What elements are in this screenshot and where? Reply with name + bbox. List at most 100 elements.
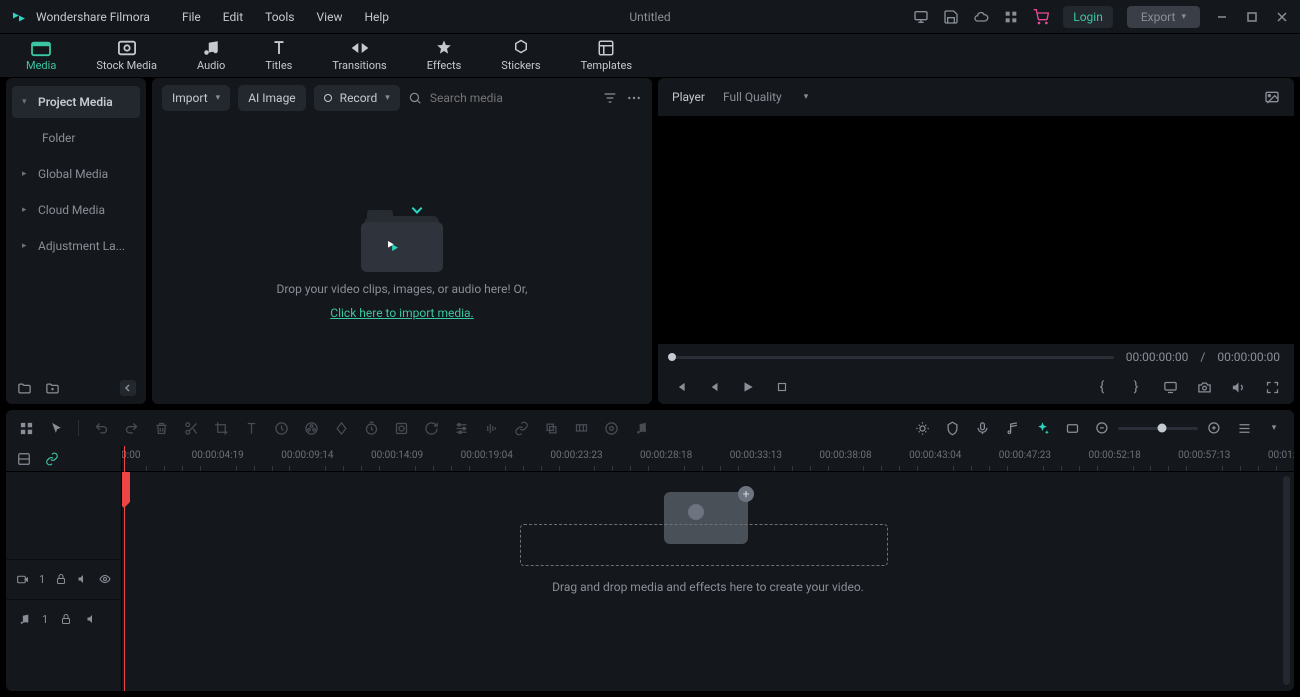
sidebar-item-cloud-media[interactable]: ▸Cloud Media	[12, 194, 140, 226]
apps-icon[interactable]	[1003, 9, 1019, 25]
screen-icon[interactable]	[913, 9, 929, 25]
rotate-icon[interactable]	[423, 420, 439, 436]
timeline-ruler[interactable]: 00:0000:00:04:1900:00:09:1400:00:14:0900…	[122, 446, 1294, 472]
search-input[interactable]	[430, 91, 594, 105]
fullscreen-icon[interactable]	[1264, 379, 1280, 395]
zoom-in-icon[interactable]	[1206, 420, 1222, 436]
login-button[interactable]: Login	[1063, 6, 1113, 28]
voiceover-icon[interactable]	[974, 420, 990, 436]
visibility-icon[interactable]	[99, 571, 111, 587]
mute-icon[interactable]	[84, 611, 100, 627]
mute-icon[interactable]	[77, 571, 89, 587]
menu-tools[interactable]: Tools	[265, 10, 294, 24]
display-icon[interactable]	[1162, 379, 1178, 395]
quality-select[interactable]: Full Quality▾	[723, 90, 808, 104]
undo-icon[interactable]	[93, 420, 109, 436]
menu-help[interactable]: Help	[364, 10, 389, 24]
filter-icon[interactable]	[602, 90, 618, 106]
prev-frame-icon[interactable]	[672, 379, 688, 395]
menu-edit[interactable]: Edit	[223, 10, 243, 24]
import-link[interactable]: Click here to import media.	[330, 306, 473, 320]
export-button[interactable]: Export▾	[1127, 6, 1200, 28]
timeline-body[interactable]: 00:0000:00:04:1900:00:09:1400:00:14:0900…	[122, 446, 1294, 691]
more-icon[interactable]	[626, 90, 642, 106]
cloud-icon[interactable]	[973, 9, 989, 25]
scrubber-knob[interactable]	[668, 353, 676, 361]
group-icon[interactable]	[543, 420, 559, 436]
marker-icon[interactable]	[944, 420, 960, 436]
music-icon[interactable]	[633, 420, 649, 436]
track-manager-icon[interactable]	[16, 451, 32, 467]
volume-icon[interactable]	[1230, 379, 1246, 395]
timeline-scrollbar[interactable]	[1283, 476, 1290, 685]
text-icon[interactable]	[243, 420, 259, 436]
lock-icon[interactable]	[58, 611, 74, 627]
tab-templates[interactable]: Templates	[575, 37, 638, 74]
camera-icon[interactable]	[1196, 379, 1212, 395]
sidebar-item-adjustment-layer[interactable]: ▸Adjustment La...	[12, 230, 140, 262]
zoom-slider[interactable]	[1118, 427, 1198, 430]
tab-titles[interactable]: Titles	[259, 37, 298, 74]
player-viewport[interactable]	[658, 116, 1294, 344]
minimize-button[interactable]	[1214, 9, 1230, 25]
maximize-button[interactable]	[1244, 9, 1260, 25]
mask-icon[interactable]	[393, 420, 409, 436]
tab-transitions[interactable]: Transitions	[326, 37, 392, 74]
ai-image-button[interactable]: AI Image	[238, 85, 305, 111]
list-view-icon[interactable]	[1236, 420, 1252, 436]
lock-icon[interactable]	[55, 571, 67, 587]
sidebar-item-global-media[interactable]: ▸Global Media	[12, 158, 140, 190]
adjust-icon[interactable]	[453, 420, 469, 436]
search-field[interactable]	[408, 90, 594, 106]
auto-icon[interactable]	[914, 420, 930, 436]
delete-icon[interactable]	[153, 420, 169, 436]
redo-icon[interactable]	[123, 420, 139, 436]
frame-icon[interactable]	[1064, 420, 1080, 436]
timeline-tracks[interactable]: + Drag and drop media and effects here t…	[122, 472, 1294, 691]
collapse-sidebar-icon[interactable]	[120, 380, 136, 396]
color-icon[interactable]	[303, 420, 319, 436]
mixer-icon[interactable]	[1004, 420, 1020, 436]
sidebar-item-folder[interactable]: Folder	[12, 122, 140, 154]
grid-icon[interactable]	[18, 420, 34, 436]
import-button[interactable]: Import▾	[162, 85, 230, 111]
play-icon[interactable]	[740, 379, 756, 395]
playhead[interactable]	[124, 446, 125, 691]
audio-adjust-icon[interactable]	[483, 420, 499, 436]
sidebar-item-project-media[interactable]: ▾Project Media	[12, 86, 140, 118]
detach-icon[interactable]	[513, 420, 529, 436]
audio-track-header[interactable]: 1	[6, 599, 121, 639]
zoom-out-icon[interactable]	[1094, 420, 1110, 436]
cursor-icon[interactable]	[48, 420, 64, 436]
link-icon[interactable]	[44, 451, 60, 467]
mark-in-icon[interactable]: {	[1094, 379, 1110, 395]
step-back-icon[interactable]	[706, 379, 722, 395]
media-dropzone[interactable]: Drop your video clips, images, or audio …	[152, 118, 652, 404]
tab-effects[interactable]: Effects	[421, 37, 468, 74]
save-icon[interactable]	[943, 9, 959, 25]
ai-tool-icon[interactable]	[1034, 420, 1050, 436]
zoom-knob[interactable]	[1158, 424, 1167, 433]
cart-icon[interactable]	[1033, 9, 1049, 25]
new-folder-icon[interactable]	[16, 380, 32, 396]
snapshot-icon[interactable]	[1264, 89, 1280, 105]
folder-icon[interactable]	[44, 380, 60, 396]
render-icon[interactable]	[603, 420, 619, 436]
timeline-options-icon[interactable]: ▾	[1266, 420, 1282, 436]
keyframe-icon[interactable]	[333, 420, 349, 436]
tab-audio[interactable]: Audio	[191, 37, 231, 74]
marker2-icon[interactable]	[573, 420, 589, 436]
stop-icon[interactable]	[774, 379, 790, 395]
tab-stock-media[interactable]: Stock Media	[90, 37, 163, 74]
menu-file[interactable]: File	[182, 10, 201, 24]
record-button[interactable]: Record▾	[314, 85, 400, 111]
tab-media[interactable]: Media	[20, 37, 62, 74]
crop-icon[interactable]	[213, 420, 229, 436]
tab-stickers[interactable]: Stickers	[495, 37, 546, 74]
speed-icon[interactable]	[273, 420, 289, 436]
video-track-header[interactable]: 1	[6, 559, 121, 599]
close-button[interactable]	[1274, 9, 1290, 25]
drop-slot[interactable]	[520, 524, 888, 566]
menu-view[interactable]: View	[317, 10, 343, 24]
duration-icon[interactable]	[363, 420, 379, 436]
